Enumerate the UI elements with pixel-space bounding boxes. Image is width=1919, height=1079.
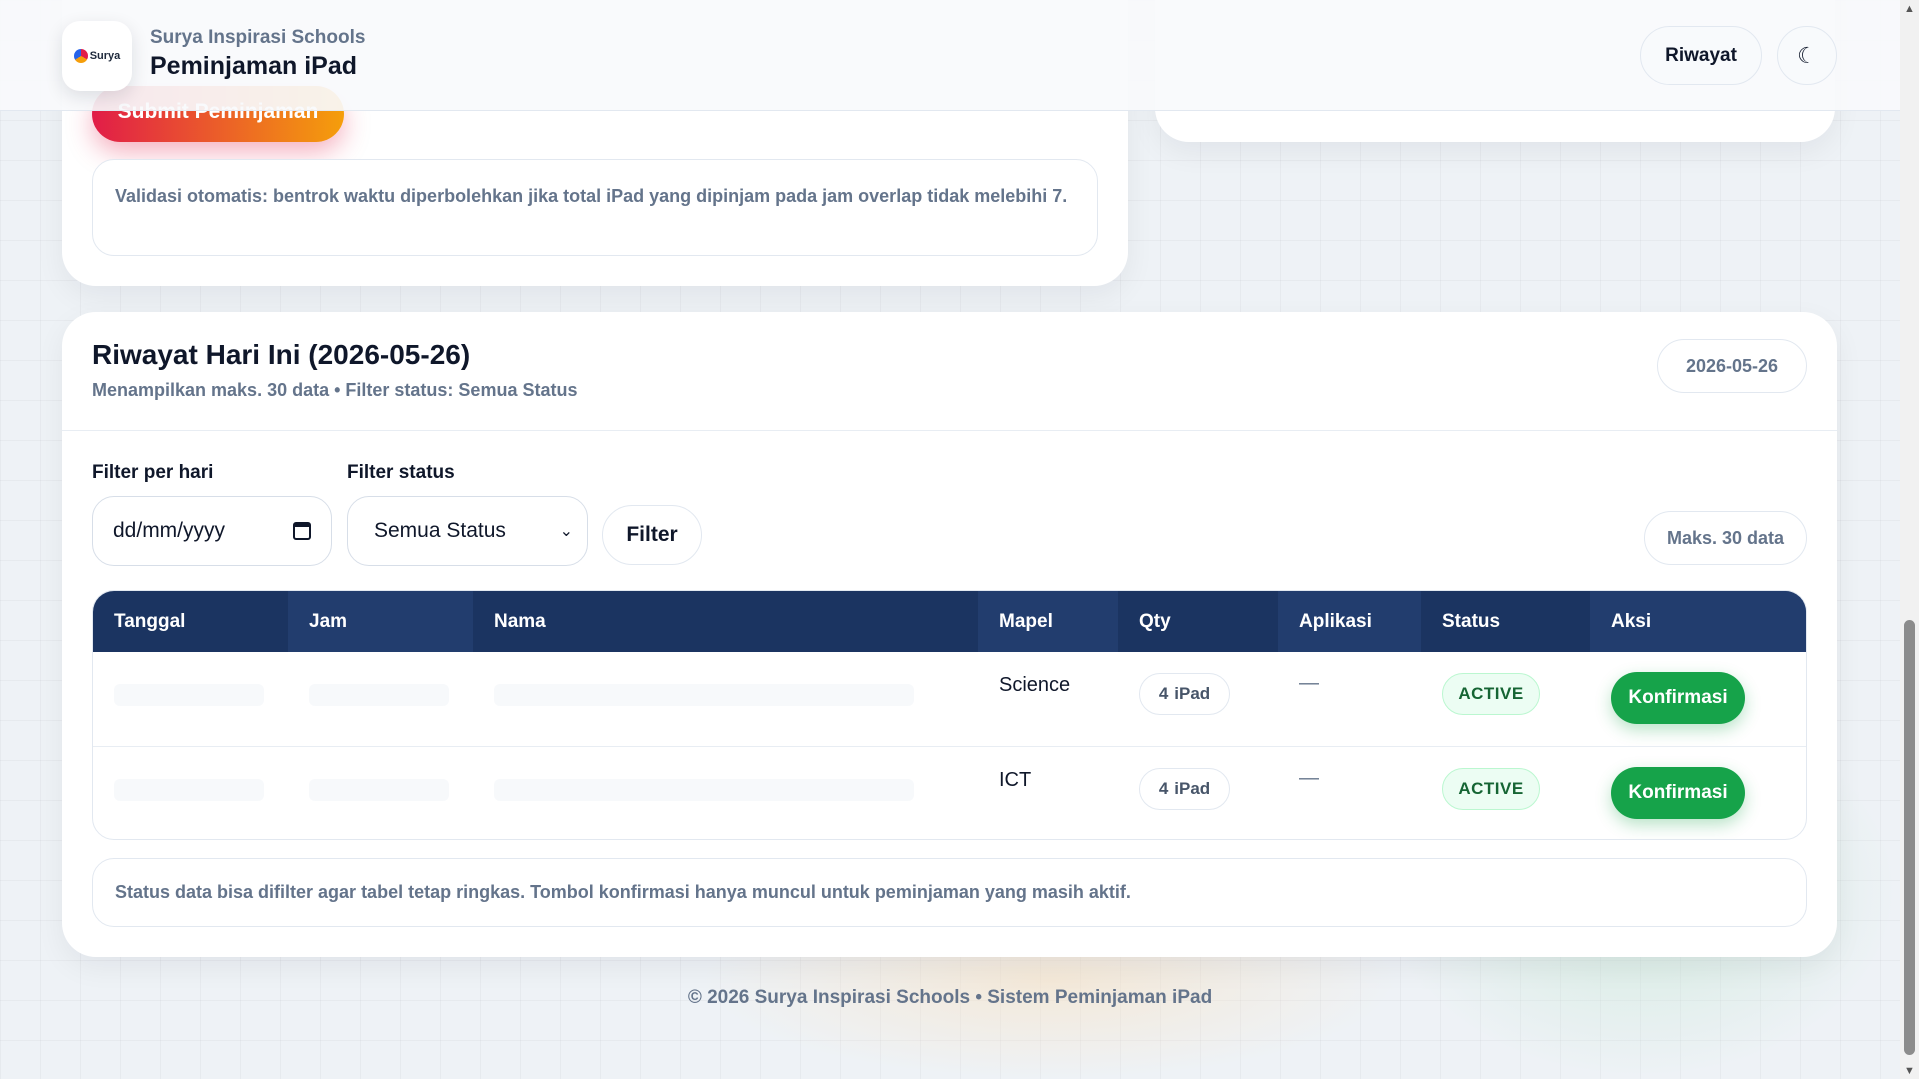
moon-icon: ☾ (1797, 42, 1817, 68)
logo-icon (73, 49, 88, 63)
column-header-tanggal: Tanggal (114, 610, 186, 632)
column-header-nama: Nama (494, 610, 546, 632)
status-selected-value: Semua Status (374, 519, 506, 542)
column-header-aplikasi: Aplikasi (1278, 591, 1421, 652)
app-title: Peminjaman iPad (150, 52, 358, 80)
redacted-cell (114, 684, 264, 706)
confirm-button[interactable]: Konfirmasi (1611, 767, 1745, 819)
history-card: Riwayat Hari Ini (2026-05-26) Menampilka… (62, 312, 1837, 957)
table-note: Status data bisa difilter agar tabel tet… (92, 858, 1807, 927)
theme-toggle-button[interactable]: ☾ (1777, 26, 1837, 85)
validation-note: Validasi otomatis: bentrok waktu diperbo… (92, 159, 1098, 256)
app-header: Surya Surya Inspirasi Schools Peminjaman… (0, 0, 1900, 111)
column-header-status: Status (1442, 610, 1501, 632)
filter-day-label: Filter per hari (92, 462, 214, 483)
history-title: Riwayat Hari Ini (2026-05-26) (92, 339, 471, 370)
column-header-aksi: Aksi (1590, 591, 1806, 652)
aplikasi-cell: — (1299, 767, 1319, 789)
mapel-cell: ICT (999, 769, 1032, 791)
scroll-up-arrow-icon[interactable]: ▲ (1900, 0, 1919, 17)
filter-button[interactable]: Filter (602, 505, 702, 565)
riwayat-button[interactable]: Riwayat (1640, 26, 1762, 85)
status-select[interactable]: Semua Status ⌄ (347, 496, 588, 566)
qty-badge: 4 iPad (1139, 768, 1230, 810)
footer-text: © 2026 Surya Inspirasi Schools • Sistem … (687, 987, 1213, 1008)
status-badge: ACTIVE (1442, 673, 1540, 715)
status-badge: ACTIVE (1442, 768, 1540, 810)
mapel-cell: Science (999, 674, 1071, 696)
scrollbar-thumb[interactable] (1904, 620, 1915, 1055)
redacted-cell (309, 779, 449, 801)
history-table: Tanggal Jam Nama Mapel Qty Aplikasi Stat… (92, 590, 1807, 840)
chevron-down-icon: ⌄ (559, 523, 573, 540)
redacted-cell (494, 779, 914, 801)
redacted-cell (309, 684, 449, 706)
table-row: Science 4 iPad — ACTIVE Konfirmasi (93, 652, 1806, 746)
filter-date-input[interactable]: dd/mm/yyyy (92, 496, 332, 566)
scroll-down-arrow-icon[interactable]: ▼ (1900, 1062, 1919, 1079)
confirm-button[interactable]: Konfirmasi (1611, 672, 1745, 724)
redacted-cell (494, 684, 914, 706)
date-badge: 2026-05-26 (1657, 339, 1807, 393)
calendar-icon[interactable] (293, 522, 311, 540)
table-row: ICT 4 iPad — ACTIVE Konfirmasi (93, 746, 1806, 839)
table-header: Tanggal Jam Nama Mapel Qty Aplikasi Stat… (93, 591, 1806, 652)
page-scrollbar[interactable]: ▲ ▼ (1900, 0, 1919, 1079)
filter-status-label: Filter status (347, 462, 455, 483)
column-header-qty: Qty (1139, 610, 1171, 632)
divider (62, 430, 1837, 431)
column-header-mapel: Mapel (978, 591, 1118, 652)
date-placeholder: dd/mm/yyyy (113, 519, 226, 542)
school-logo[interactable]: Surya (62, 21, 132, 91)
qty-badge: 4 iPad (1139, 673, 1230, 715)
redacted-cell (114, 779, 264, 801)
history-subtitle: Menampilkan maks. 30 data • Filter statu… (92, 380, 578, 400)
school-name: Surya Inspirasi Schools (150, 27, 366, 48)
max-data-badge: Maks. 30 data (1644, 511, 1807, 565)
aplikasi-cell: — (1299, 672, 1319, 694)
column-header-jam: Jam (288, 591, 473, 652)
